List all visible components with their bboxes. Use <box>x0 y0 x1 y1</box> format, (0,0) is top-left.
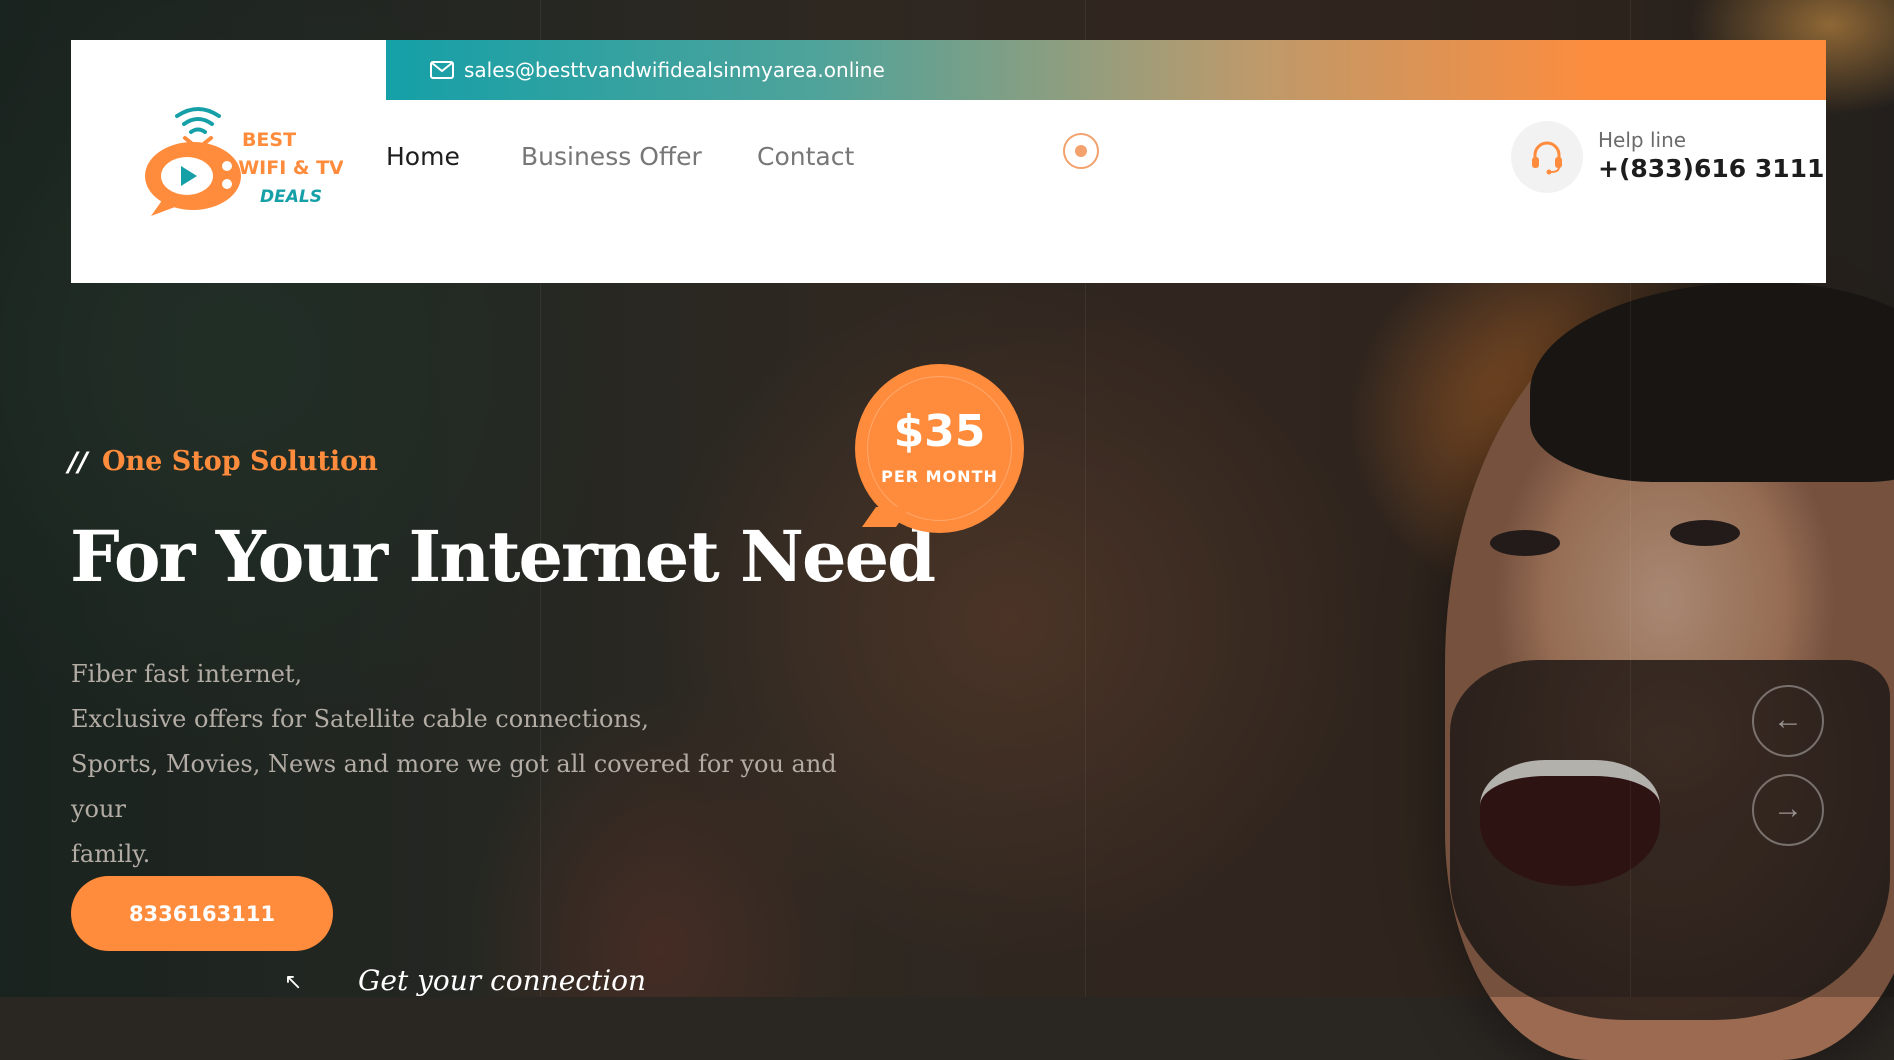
price-badge: $35 PER MONTH <box>855 364 1024 533</box>
slider-prev-button[interactable]: ← <box>1752 685 1824 757</box>
hero-headline: For Your Internet Need <box>70 515 936 598</box>
logo-line-3: DEALS <box>260 187 322 207</box>
logo-line-2: WIFI & TV <box>238 157 343 179</box>
help-line-label: Help line <box>1598 128 1687 152</box>
logo-line-1: BEST <box>242 129 296 151</box>
arrow-right-icon: → <box>1773 792 1803 825</box>
hero-description: Fiber fast internet, Exclusive offers fo… <box>71 652 891 877</box>
mail-icon <box>430 61 454 79</box>
hero-script-text: Get your connection <box>358 964 647 997</box>
price-amount: $35 <box>893 406 986 457</box>
curved-arrow-icon: ↖ <box>284 970 303 995</box>
hero-description-line: Exclusive offers for Satellite cable con… <box>71 705 649 733</box>
headset-icon <box>1532 141 1562 175</box>
hero-description-line: family. <box>71 840 151 868</box>
kicker-slash: // <box>68 447 88 478</box>
hero-description-line: Sports, Movies, News and more we got all… <box>71 750 837 823</box>
contact-email[interactable]: sales@besttvandwifidealsinmyarea.online <box>464 58 885 82</box>
arrow-left-icon: ← <box>1773 703 1803 736</box>
hero-kicker: One Stop Solution <box>102 446 378 477</box>
site-logo[interactable]: BEST WIFI & TV DEALS <box>143 104 343 220</box>
nav-item-business-offer[interactable]: Business Offer <box>521 142 702 171</box>
header-topbar: sales@besttvandwifidealsinmyarea.online <box>386 40 1826 100</box>
hero-description-line: Fiber fast internet, <box>71 660 303 688</box>
nav-item-contact[interactable]: Contact <box>757 142 854 171</box>
tv-wifi-logo-icon <box>145 107 241 216</box>
search-toggle-icon[interactable] <box>1063 133 1099 169</box>
slider-next-button[interactable]: → <box>1752 774 1824 846</box>
help-line-phone[interactable]: +(833)616 3111 <box>1598 154 1824 183</box>
call-now-button[interactable]: 8336163111 <box>71 876 333 951</box>
help-line-badge[interactable] <box>1511 121 1583 193</box>
price-unit: PER MONTH <box>881 467 998 486</box>
nav-item-home[interactable]: Home <box>386 142 460 171</box>
